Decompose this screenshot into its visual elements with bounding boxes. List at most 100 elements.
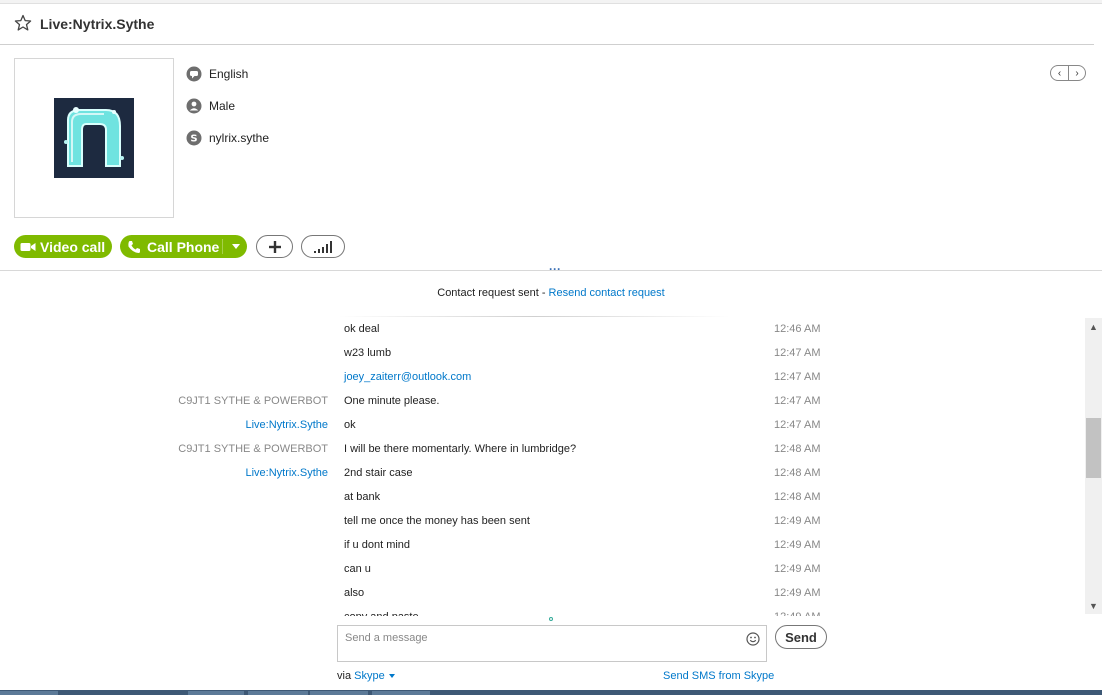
message-scrollbar[interactable]: ▲ ▼ [1085, 318, 1102, 614]
message-row: Live:Nytrix.Sythe 2nd stair case 12:48 AM [0, 462, 1084, 486]
message-row: can u 12:49 AM [0, 558, 1084, 582]
profile-gender-row: Male [186, 97, 235, 115]
message-timestamp: 12:47 AM [774, 371, 821, 383]
message-text: also [344, 587, 365, 599]
message-text: at bank [344, 491, 381, 503]
speech-bubble-icon [186, 66, 202, 82]
message-timestamp: 12:47 AM [774, 419, 821, 431]
taskbar-item[interactable] [188, 691, 244, 695]
message-text: if u dont mind [344, 539, 411, 551]
profile-language: English [209, 67, 249, 81]
message-text: w23 lumb [344, 347, 392, 359]
message-timestamp: 12:48 AM [774, 491, 821, 503]
message-input[interactable] [338, 626, 738, 650]
send-button[interactable]: Send [775, 625, 827, 649]
message-timestamp: 12:49 AM [774, 587, 821, 599]
contact-request-notice: Contact request sent - Resend contact re… [0, 287, 1102, 299]
os-taskbar [0, 690, 1102, 695]
notice-underline [338, 316, 730, 317]
message-text: ok [344, 419, 356, 431]
person-icon [186, 98, 202, 114]
video-camera-icon [20, 242, 36, 251]
message-row: Live:Nytrix.Sythe ok 12:47 AM [0, 414, 1084, 438]
message-row: tell me once the money has been sent 12:4… [0, 510, 1084, 534]
via-service: via Skype [337, 670, 395, 682]
message-timestamp: 12:46 AM [774, 323, 821, 335]
message-row: joey_zaiterr@outlook.com 12:47 AM [0, 366, 1084, 390]
skype-window: Live:Nytrix.Sythe English Male S nylrix.… [0, 0, 1102, 695]
signal-bars-icon [314, 240, 332, 253]
message-text: I will be there momentarly. Where in lum… [344, 443, 577, 455]
message-row: w23 lumb 12:47 AM [0, 342, 1084, 366]
message-row: if u dont mind 12:49 AM [0, 534, 1084, 558]
message-row: copy and paste 12:49 AM [0, 606, 1084, 616]
add-participants-button[interactable] [256, 235, 293, 258]
profile-language-row: English [186, 65, 248, 83]
window-top-strip [0, 0, 1102, 4]
call-quality-button[interactable] [301, 235, 345, 258]
taskbar-item[interactable] [372, 691, 430, 695]
call-phone-button[interactable]: Call Phone [120, 235, 247, 258]
contact-request-text: Contact request sent [437, 287, 539, 299]
phone-icon [128, 240, 140, 253]
message-text: can u [344, 563, 371, 575]
taskbar-item[interactable] [248, 691, 308, 695]
message-text: copy and paste [344, 611, 419, 616]
via-label: via [337, 670, 352, 682]
message-timestamp: 12:49 AM [774, 515, 821, 527]
message-timestamp: 12:47 AM [774, 347, 821, 359]
profile-skype-row: S nylrix.sythe [186, 129, 269, 147]
via-service-selector[interactable]: Skype [354, 670, 395, 682]
svg-text:S: S [190, 134, 197, 145]
contact-request-separator: - [538, 287, 549, 299]
via-service-label: Skype [354, 670, 385, 682]
message-sender: C9JT1 SYTHE & POWERBOT [178, 443, 328, 455]
chevron-down-icon [388, 674, 395, 679]
message-sender[interactable]: Live:Nytrix.Sythe [245, 419, 328, 431]
message-timestamp: 12:49 AM [774, 563, 821, 575]
call-phone-label: Call Phone [147, 238, 220, 255]
message-row: at bank 12:48 AM [0, 486, 1084, 510]
message-text: 2nd stair case [344, 467, 413, 479]
scroll-down-icon[interactable]: ▼ [1085, 597, 1102, 614]
message-text: One minute please. [344, 395, 440, 407]
message-sender: C9JT1 SYTHE & POWERBOT [178, 395, 328, 407]
message-list: ok deal 12:46 AM w23 lumb 12:47 AM joey_zait… [0, 318, 1084, 616]
chevron-right-icon[interactable]: › [1067, 66, 1085, 80]
resize-handle-dots[interactable]: ··· [549, 262, 561, 276]
message-email-link[interactable]: joey_zaiterr@outlook.com [344, 371, 471, 383]
plus-icon [268, 240, 281, 253]
message-timestamp: 12:49 AM [774, 539, 821, 551]
contact-avatar-frame [14, 58, 174, 218]
taskbar-item[interactable] [310, 691, 368, 695]
scroll-up-icon[interactable]: ▲ [1085, 318, 1102, 335]
skype-icon: S [186, 130, 202, 146]
message-timestamp: 12:47 AM [774, 395, 821, 407]
message-sender[interactable]: Live:Nytrix.Sythe [245, 467, 328, 479]
chevron-down-icon[interactable] [232, 244, 240, 249]
message-timestamp: 12:48 AM [774, 467, 821, 479]
avatar[interactable] [54, 98, 134, 178]
message-text: tell me once the money has been sent [344, 515, 530, 527]
message-compose-box [337, 625, 767, 662]
profile-skype-name: nylrix.sythe [209, 131, 270, 145]
video-call-button[interactable]: Video call [14, 235, 112, 258]
send-sms-link[interactable]: Send SMS from Skype [663, 670, 774, 682]
taskbar-start[interactable] [0, 691, 58, 695]
message-row: C9JT1 SYTHE & POWERBOT I will be there mo… [0, 438, 1084, 462]
message-row: C9JT1 SYTHE & POWERBOT One minute please.… [0, 390, 1084, 414]
message-timestamp: 12:48 AM [774, 443, 821, 455]
video-call-label: Video call [40, 238, 106, 255]
message-timestamp: 12:49 AM [774, 611, 820, 616]
typing-indicator-dot [549, 617, 553, 621]
profile-nav-arrows: ‹ › [1050, 65, 1086, 81]
emoticon-icon[interactable] [746, 632, 760, 646]
message-row: also 12:49 AM [0, 582, 1084, 606]
message-row: ok deal 12:46 AM [0, 318, 1084, 342]
resend-contact-request-link[interactable]: Resend contact request [549, 287, 665, 299]
chevron-left-icon[interactable]: ‹ [1051, 66, 1068, 80]
favorite-star-icon[interactable] [14, 14, 32, 32]
message-text: ok deal [344, 323, 380, 335]
scrollbar-thumb[interactable] [1086, 418, 1101, 478]
contact-title: Live:Nytrix.Sythe [40, 16, 155, 32]
